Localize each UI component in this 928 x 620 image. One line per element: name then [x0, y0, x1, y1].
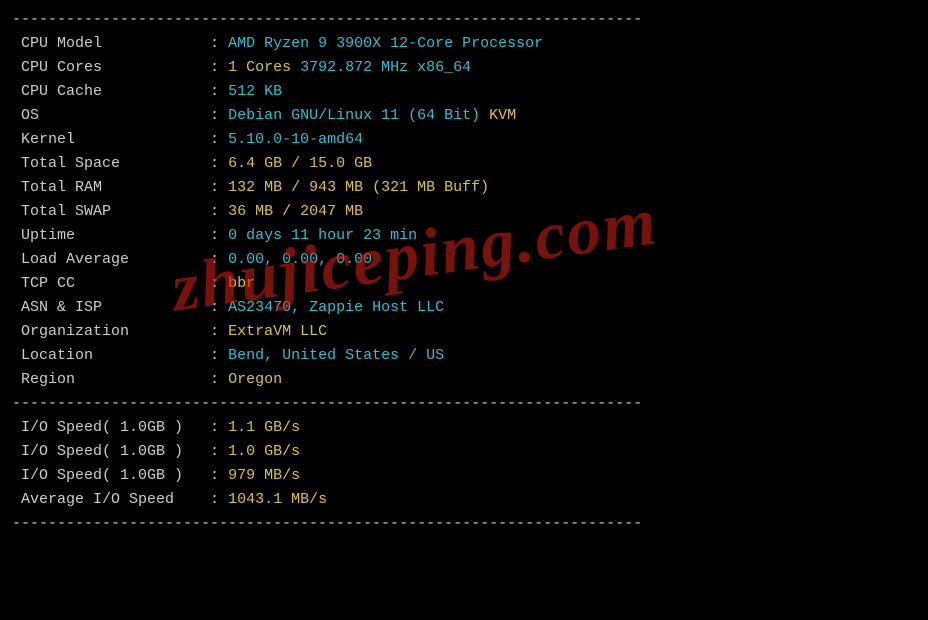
info-value: 0.00, 0.00, 0.00: [228, 251, 372, 268]
colon-separator: :: [210, 299, 228, 316]
info-value: 512 KB: [228, 83, 282, 100]
info-row: I/O Speed( 1.0GB ) : 1.0 GB/s: [12, 440, 916, 464]
info-label: CPU Cache: [12, 83, 210, 100]
info-label: Region: [12, 371, 210, 388]
info-row: Total RAM : 132 MB / 943 MB (321 MB Buff…: [12, 176, 916, 200]
divider: ----------------------------------------…: [12, 8, 916, 32]
divider: ----------------------------------------…: [12, 392, 916, 416]
info-value: 1043.1 MB/s: [228, 491, 327, 508]
info-label: Organization: [12, 323, 210, 340]
info-row: Kernel : 5.10.0-10-amd64: [12, 128, 916, 152]
info-value: Oregon: [228, 371, 282, 388]
colon-separator: :: [210, 155, 228, 172]
info-label: Load Average: [12, 251, 210, 268]
info-label: ASN & ISP: [12, 299, 210, 316]
info-value: 6.4 GB / 15.0 GB: [228, 155, 372, 172]
info-label: Uptime: [12, 227, 210, 244]
info-label: Total SWAP: [12, 203, 210, 220]
info-row: TCP CC : bbr: [12, 272, 916, 296]
info-label: CPU Model: [12, 35, 210, 52]
info-row: Average I/O Speed : 1043.1 MB/s: [12, 488, 916, 512]
info-value: AS23470, Zappie Host LLC: [228, 299, 444, 316]
info-value: AMD Ryzen 9 3900X 12-Core Processor: [228, 35, 543, 52]
info-label: Location: [12, 347, 210, 364]
info-value: 1.0 GB/s: [228, 443, 300, 460]
divider: ----------------------------------------…: [12, 512, 916, 536]
colon-separator: :: [210, 275, 228, 292]
info-row: Organization : ExtraVM LLC: [12, 320, 916, 344]
colon-separator: :: [210, 251, 228, 268]
info-row: I/O Speed( 1.0GB ) : 979 MB/s: [12, 464, 916, 488]
info-label: TCP CC: [12, 275, 210, 292]
info-value: bbr: [228, 275, 255, 292]
colon-separator: :: [210, 419, 228, 436]
info-value: 132 MB / 943 MB (321 MB Buff): [228, 179, 489, 196]
colon-separator: :: [210, 107, 228, 124]
info-value: ExtraVM LLC: [228, 323, 327, 340]
colon-separator: :: [210, 371, 228, 388]
info-row: OS : Debian GNU/Linux 11 (64 Bit) KVM: [12, 104, 916, 128]
colon-separator: :: [210, 35, 228, 52]
colon-separator: :: [210, 347, 228, 364]
terminal-output: zhujiceping.com ------------------------…: [0, 0, 928, 620]
colon-separator: :: [210, 179, 228, 196]
info-value: Debian GNU/Linux 11 (64 Bit): [228, 107, 489, 124]
info-row: Load Average : 0.00, 0.00, 0.00: [12, 248, 916, 272]
colon-separator: :: [210, 83, 228, 100]
info-value: 5.10.0-10-amd64: [228, 131, 363, 148]
info-row: I/O Speed( 1.0GB ) : 1.1 GB/s: [12, 416, 916, 440]
colon-separator: :: [210, 131, 228, 148]
info-row: CPU Cache : 512 KB: [12, 80, 916, 104]
info-value: Bend, United States / US: [228, 347, 444, 364]
info-label: Average I/O Speed: [12, 491, 210, 508]
info-label: Total Space: [12, 155, 210, 172]
info-value: 1 Cores: [228, 59, 291, 76]
info-row: Location : Bend, United States / US: [12, 344, 916, 368]
colon-separator: :: [210, 491, 228, 508]
colon-separator: :: [210, 467, 228, 484]
info-value: 3792.872 MHz x86_64: [291, 59, 471, 76]
colon-separator: :: [210, 59, 228, 76]
info-label: CPU Cores: [12, 59, 210, 76]
info-value: 979 MB/s: [228, 467, 300, 484]
info-label: I/O Speed( 1.0GB ): [12, 443, 210, 460]
info-row: Total Space : 6.4 GB / 15.0 GB: [12, 152, 916, 176]
info-row: CPU Cores : 1 Cores 3792.872 MHz x86_64: [12, 56, 916, 80]
info-value: KVM: [489, 107, 516, 124]
info-row: CPU Model : AMD Ryzen 9 3900X 12-Core Pr…: [12, 32, 916, 56]
info-label: Total RAM: [12, 179, 210, 196]
colon-separator: :: [210, 227, 228, 244]
info-label: I/O Speed( 1.0GB ): [12, 419, 210, 436]
info-row: Uptime : 0 days 11 hour 23 min: [12, 224, 916, 248]
info-label: OS: [12, 107, 210, 124]
colon-separator: :: [210, 203, 228, 220]
info-row: Total SWAP : 36 MB / 2047 MB: [12, 200, 916, 224]
info-value: 0 days 11 hour 23 min: [228, 227, 417, 244]
info-value: 1.1 GB/s: [228, 419, 300, 436]
info-label: I/O Speed( 1.0GB ): [12, 467, 210, 484]
info-label: Kernel: [12, 131, 210, 148]
colon-separator: :: [210, 443, 228, 460]
colon-separator: :: [210, 323, 228, 340]
info-row: Region : Oregon: [12, 368, 916, 392]
info-value: 36 MB / 2047 MB: [228, 203, 363, 220]
info-row: ASN & ISP : AS23470, Zappie Host LLC: [12, 296, 916, 320]
